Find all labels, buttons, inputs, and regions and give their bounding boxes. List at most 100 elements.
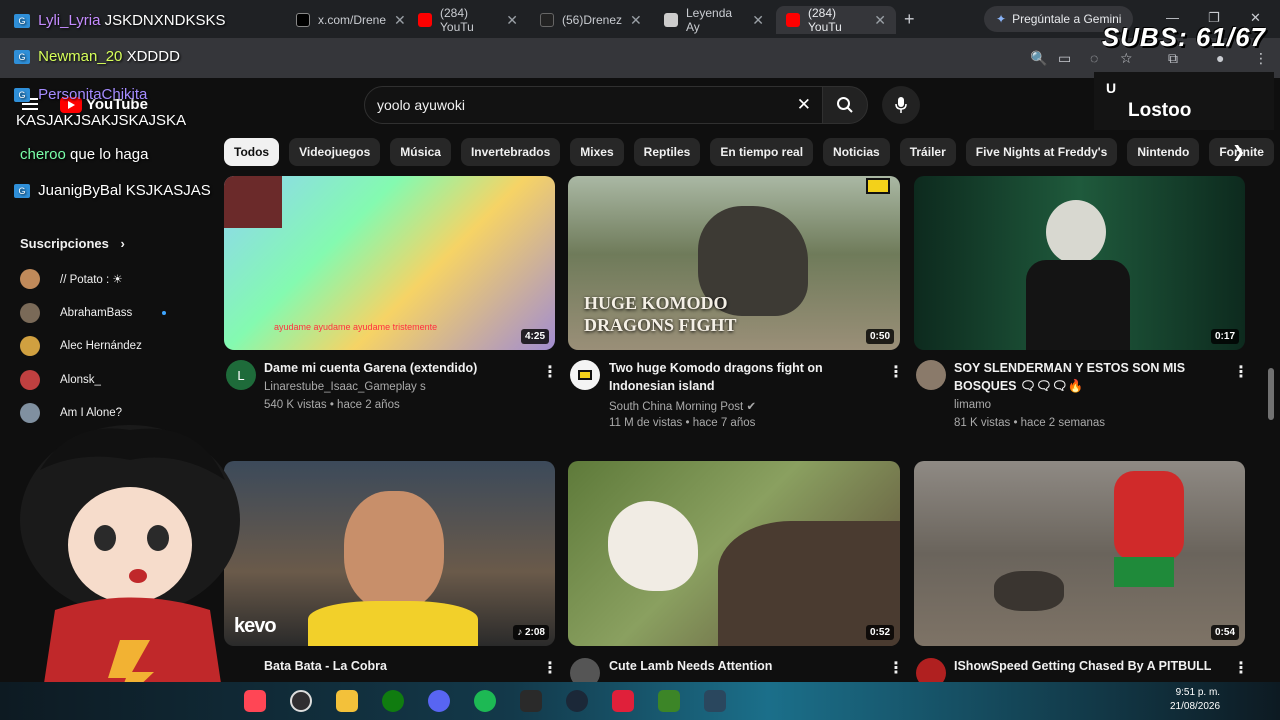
chip-fnaf[interactable]: Five Nights at Freddy's — [965, 138, 1118, 166]
streamer-name: Lostoo — [1128, 100, 1192, 121]
clear-search-icon[interactable]: ✕ — [797, 95, 811, 115]
streamer-logo-icon: U — [1106, 80, 1117, 96]
search-button[interactable] — [822, 86, 868, 124]
close-icon[interactable]: ✕ — [752, 12, 764, 29]
video-title[interactable]: IShowSpeed Getting Chased By A PITBULL — [954, 657, 1234, 675]
more-options-icon[interactable]: ⋮ — [1233, 658, 1249, 678]
video-thumbnail[interactable]: 0:52 — [568, 461, 900, 646]
duration-badge: 0:17 — [1210, 329, 1239, 344]
video-thumbnail[interactable]: 0:17 — [914, 176, 1245, 350]
valorant-icon[interactable] — [244, 690, 266, 712]
video-thumbnail[interactable]: HUGE KOMODO DRAGONS FIGHT 0:50 — [568, 176, 900, 350]
red-jersey-shape — [1114, 471, 1184, 561]
close-icon[interactable]: ✕ — [630, 12, 642, 29]
video-title[interactable]: Dame mi cuenta Garena (extendido) — [264, 359, 524, 377]
chat-message: KASJAKJSAKJSKAJSKA — [16, 112, 187, 129]
streamer-name-panel: U Lostoo — [1094, 72, 1274, 130]
gemini-icon: ✦ — [996, 12, 1007, 26]
chip-noticias[interactable]: Noticias — [823, 138, 890, 166]
video-meta: 11 M de vistas • hace 7 años — [609, 417, 756, 429]
vtuber-avatar-drawing — [20, 425, 240, 710]
chip-nintendo[interactable]: Nintendo — [1127, 138, 1200, 166]
channel-name[interactable]: South China Morning Post ✔ — [609, 399, 756, 413]
channel-avatar[interactable] — [570, 360, 600, 390]
duration-badge: ♪ 2:08 — [513, 625, 549, 640]
person-face — [344, 491, 444, 611]
zoom-icon[interactable]: 🔍 — [1030, 50, 1047, 67]
voice-search-button[interactable] — [882, 86, 920, 124]
search-box[interactable]: ✕ — [364, 86, 824, 124]
duration-badge: 4:25 — [520, 329, 549, 344]
chip-invertebrados[interactable]: Invertebrados — [460, 138, 561, 166]
stream-chat-overlay: G Lyli_Lyria JSKDNXNDKSKS G Newman_20 XD… — [0, 0, 320, 212]
slenderman-suit — [1026, 260, 1130, 350]
windows-taskbar: 9:51 p. m. 21/08/2026 — [0, 682, 1280, 720]
chevron-right-icon[interactable]: ❯ — [1232, 142, 1245, 162]
channel-name: // Potato : ☀ — [60, 274, 123, 286]
chip-en-tiempo-real[interactable]: En tiempo real — [710, 138, 814, 166]
close-icon[interactable]: ✕ — [506, 12, 518, 29]
video-title[interactable]: Two huge Komodo dragons fight on Indones… — [609, 359, 869, 395]
steam2-icon[interactable] — [704, 690, 726, 712]
sidebar-item-alec[interactable]: Alec Hernández — [20, 335, 142, 357]
channel-avatar[interactable] — [916, 360, 946, 390]
sidebar-item-abrahambass[interactable]: AbrahamBass — [20, 302, 167, 324]
steam-icon[interactable] — [566, 690, 588, 712]
avatar — [20, 303, 40, 323]
channel-name[interactable]: Linarestube_Isaac_Gameplay s — [264, 381, 426, 393]
chevron-right-icon: › — [120, 236, 125, 251]
chip-mixes[interactable]: Mixes — [570, 138, 624, 166]
x-icon[interactable] — [612, 690, 634, 712]
close-icon[interactable]: ✕ — [394, 12, 406, 29]
more-options-icon[interactable]: ⋮ — [542, 362, 558, 382]
tab-youtube-active[interactable]: (284) YouTu ✕ — [776, 6, 896, 34]
avatar — [20, 370, 40, 390]
subscriptions-heading[interactable]: Suscripciones › — [20, 236, 125, 251]
xbox-icon[interactable] — [382, 690, 404, 712]
close-icon[interactable]: ✕ — [874, 12, 886, 29]
green-shorts-shape — [1114, 557, 1174, 587]
cast-icon[interactable]: ▭ — [1058, 50, 1071, 67]
more-options-icon[interactable]: ⋮ — [888, 362, 904, 382]
chip-reptiles[interactable]: Reptiles — [633, 138, 701, 166]
folder-icon[interactable] — [336, 690, 358, 712]
epic-icon[interactable] — [520, 690, 542, 712]
sidebar-item-alonsk[interactable]: Alonsk_ — [20, 369, 101, 391]
channel-avatar[interactable]: L — [226, 360, 256, 390]
chat-message: G Newman_20 XDDDD — [14, 48, 180, 65]
chat-text: XDDDD — [126, 48, 180, 65]
vtuber-avatar — [10, 410, 250, 710]
spotify-icon[interactable] — [474, 690, 496, 712]
obs-icon[interactable] — [290, 690, 312, 712]
eye-off-icon[interactable]: ◌ — [1090, 50, 1098, 66]
video-title[interactable]: Bata Bata - La Cobra — [264, 657, 524, 675]
tab-label: (284) YouTu — [440, 6, 474, 34]
tiktok-logo-icon — [540, 13, 554, 27]
chip-trailer[interactable]: Tráiler — [899, 138, 956, 166]
discord-icon[interactable] — [428, 690, 450, 712]
new-tab-icon[interactable]: + — [904, 9, 915, 30]
more-options-icon[interactable]: ⋮ — [1233, 362, 1249, 382]
more-options-icon[interactable]: ⋮ — [542, 658, 558, 678]
channel-name[interactable]: limamo — [954, 399, 991, 411]
search-input[interactable] — [377, 97, 777, 113]
tab-label: Leyenda Ay — [686, 6, 733, 34]
system-clock[interactable]: 9:51 p. m. 21/08/2026 — [1170, 686, 1220, 714]
tab-youtube-1[interactable]: (284) YouTu ✕ — [408, 6, 528, 34]
video-thumbnail[interactable]: kevo ♪ 2:08 — [224, 461, 555, 646]
chat-message: G JuanigByBal KSJKASJAS — [14, 182, 211, 199]
minecraft-icon[interactable] — [658, 690, 680, 712]
scrollbar-thumb[interactable] — [1268, 368, 1274, 420]
chip-musica[interactable]: Música — [390, 138, 451, 166]
tab-leyenda[interactable]: Leyenda Ay ✕ — [654, 6, 774, 34]
video-thumbnail[interactable]: 0:54 — [914, 461, 1245, 646]
duration-badge: 0:50 — [865, 329, 894, 344]
video-title[interactable]: Cute Lamb Needs Attention — [609, 657, 869, 675]
tab-tiktok[interactable]: (56)Drenez ✕ — [530, 6, 650, 34]
live-indicator-icon — [162, 311, 167, 315]
microphone-icon — [895, 97, 907, 113]
video-title[interactable]: SOY SLENDERMAN Y ESTOS SON MIS BOSQUES 🗨… — [954, 359, 1214, 395]
more-options-icon[interactable]: ⋮ — [888, 658, 904, 678]
sidebar-item-potato[interactable]: // Potato : ☀ — [20, 268, 123, 290]
tab-label: (56)Drenez — [562, 13, 623, 27]
